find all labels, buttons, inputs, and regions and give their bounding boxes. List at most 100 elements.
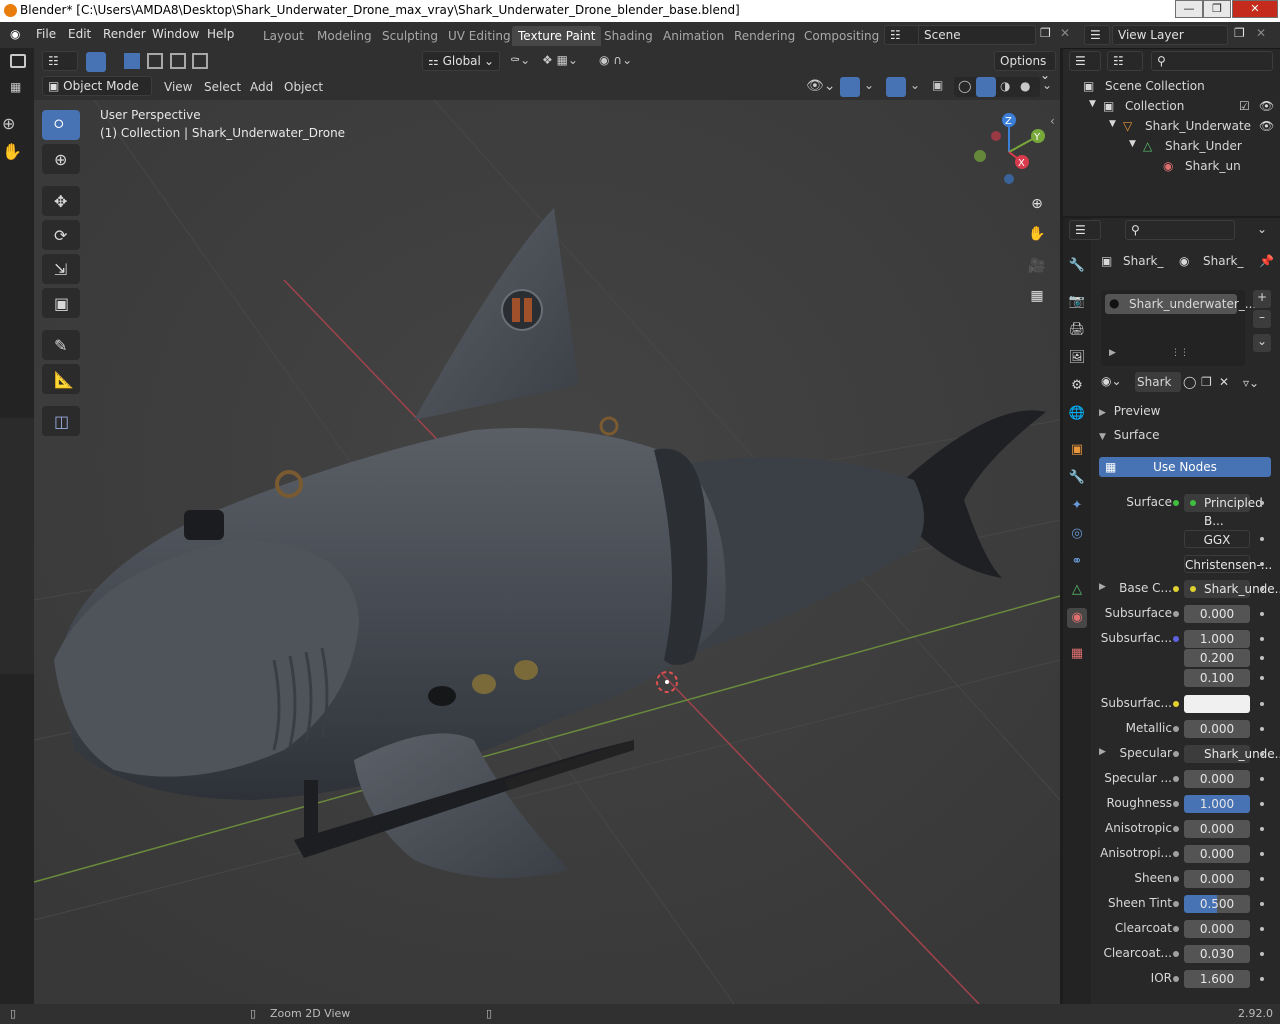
- disclosure-triangle-icon[interactable]: ▶: [1099, 747, 1106, 757]
- remove-material-slot-button[interactable]: –: [1253, 310, 1271, 328]
- socket-icon[interactable]: [1173, 926, 1179, 932]
- socket-icon[interactable]: [1173, 801, 1179, 807]
- value-field[interactable]: 1.600: [1184, 970, 1250, 988]
- new-scene-icon[interactable]: ❐: [1040, 26, 1051, 40]
- overlay-toggle-icon[interactable]: [886, 77, 906, 97]
- view-layer-icon[interactable]: ☰: [1084, 25, 1110, 45]
- material-browse-icon[interactable]: ◉⌄: [1101, 374, 1122, 388]
- disclosure-triangle-icon[interactable]: ▼: [1109, 119, 1116, 129]
- select-box-tool[interactable]: ⭘: [42, 110, 80, 140]
- annotate-tool[interactable]: ✎: [42, 330, 80, 360]
- socket-icon[interactable]: [1173, 951, 1179, 957]
- value-field[interactable]: 0.000: [1184, 720, 1250, 738]
- visibility-icon[interactable]: 👁⌄: [806, 78, 836, 94]
- breadcrumb-material[interactable]: Shark_: [1203, 254, 1243, 268]
- value-field[interactable]: 0.200: [1184, 649, 1250, 667]
- menu-select[interactable]: Select: [204, 80, 241, 94]
- chevron-down-icon[interactable]: ⌄: [910, 78, 920, 92]
- keyframe-dot-icon[interactable]: [1260, 587, 1264, 591]
- delete-scene-icon[interactable]: ✕: [1060, 26, 1070, 40]
- blender-menu-icon[interactable]: ◉: [10, 27, 20, 41]
- tab-modeling[interactable]: Modeling: [311, 26, 378, 46]
- socket-icon[interactable]: [1173, 500, 1179, 506]
- breadcrumb-object[interactable]: Shark_: [1123, 254, 1163, 268]
- properties-editor-type-icon[interactable]: ☰: [1069, 220, 1101, 240]
- keyframe-dot-icon[interactable]: [1260, 852, 1264, 856]
- disclosure-triangle-icon[interactable]: ▼: [1089, 99, 1096, 109]
- 3d-viewport[interactable]: User Perspective (1) Collection | Shark_…: [34, 100, 1060, 1004]
- view-layer-tab-icon[interactable]: 🖼: [1067, 348, 1087, 368]
- keyframe-dot-icon[interactable]: [1260, 952, 1264, 956]
- outliner-editor-type-icon[interactable]: ☰: [1069, 51, 1101, 71]
- tab-compositing[interactable]: Compositing: [798, 26, 885, 46]
- keyframe-dot-icon[interactable]: [1260, 802, 1264, 806]
- outliner-filter-icon[interactable]: ☷: [1107, 51, 1143, 71]
- value-field[interactable]: 0.000: [1184, 820, 1250, 838]
- options-dropdown[interactable]: Options ⌄: [994, 51, 1056, 82]
- value-field[interactable]: 0.000: [1184, 870, 1250, 888]
- surface-panel-header[interactable]: ▼ Surface: [1099, 428, 1275, 446]
- eye-icon[interactable]: 👁: [1259, 119, 1274, 133]
- proportional-edit-icon[interactable]: ◉ ∩⌄: [599, 53, 632, 67]
- keyframe-dot-icon[interactable]: [1260, 902, 1264, 906]
- transform-tool[interactable]: ▣: [42, 288, 80, 318]
- material-datablock[interactable]: ◉⌄ Shark ◯ ❐ ✕: [1099, 372, 1233, 394]
- menu-object[interactable]: Object: [284, 80, 323, 94]
- material-slot-list[interactable]: ● Shark_underwater_... ▶ ⋮⋮: [1101, 290, 1256, 366]
- material-name-field[interactable]: Shark: [1135, 372, 1181, 392]
- render-tab-icon[interactable]: 📷: [1067, 292, 1087, 312]
- close-button[interactable]: ✕: [1232, 0, 1278, 18]
- menu-file[interactable]: File: [36, 27, 56, 41]
- world-tab-icon[interactable]: 🌐: [1067, 404, 1087, 424]
- socket-icon[interactable]: [1173, 701, 1179, 707]
- keyframe-dot-icon[interactable]: [1260, 727, 1264, 731]
- keyframe-dot-icon[interactable]: [1260, 927, 1264, 931]
- keyframe-dot-icon[interactable]: [1260, 562, 1264, 566]
- editor-type-icon[interactable]: [10, 54, 26, 68]
- active-tool-icon[interactable]: ☷: [42, 51, 78, 71]
- eye-icon[interactable]: 👁: [1259, 99, 1274, 113]
- select-mode-icon[interactable]: [86, 52, 106, 72]
- value-field[interactable]: 0.500: [1184, 895, 1250, 913]
- socket-icon[interactable]: [1173, 901, 1179, 907]
- dropdown-field[interactable]: GGX: [1184, 530, 1250, 548]
- outliner-row-mesh[interactable]: ▼ △ Shark_Under: [1063, 137, 1280, 157]
- disclosure-triangle-icon[interactable]: ▼: [1129, 139, 1136, 149]
- menu-render[interactable]: Render: [103, 27, 146, 41]
- keyframe-dot-icon[interactable]: [1260, 977, 1264, 981]
- outliner-row-material[interactable]: ◉ Shark_un: [1063, 157, 1280, 177]
- tab-animation[interactable]: Animation: [657, 26, 730, 46]
- value-field[interactable]: Shark_unde...: [1184, 745, 1280, 763]
- menu-edit[interactable]: Edit: [68, 27, 91, 41]
- wireframe-shading-icon[interactable]: ◯: [958, 79, 971, 93]
- menu-window[interactable]: Window: [152, 27, 199, 41]
- duplicate-material-icon[interactable]: ❐: [1201, 375, 1212, 389]
- link-mode-icon[interactable]: ▿⌄: [1243, 376, 1259, 390]
- socket-icon[interactable]: [1173, 636, 1179, 642]
- chevron-down-icon[interactable]: ⌄: [864, 78, 874, 92]
- keyframe-dot-icon[interactable]: [1260, 656, 1264, 660]
- socket-icon[interactable]: [1173, 851, 1179, 857]
- tab-texture-paint[interactable]: Texture Paint: [512, 26, 602, 46]
- camera-icon[interactable]: 🎥: [1024, 253, 1050, 279]
- keyframe-dot-icon[interactable]: [1260, 676, 1264, 680]
- cursor-tool[interactable]: ⊕: [42, 144, 80, 174]
- outliner-row-scene-collection[interactable]: ▣ Scene Collection: [1063, 77, 1280, 97]
- chevron-left-icon[interactable]: ‹: [1050, 114, 1055, 128]
- modifier-tab-icon[interactable]: 🔧: [1067, 468, 1087, 488]
- transform-orientation[interactable]: ⚏ Global ⌄: [422, 51, 500, 71]
- pin-icon[interactable]: 📌: [1259, 254, 1274, 268]
- value-field[interactable]: 0.030: [1184, 945, 1250, 963]
- move-tool[interactable]: ✥: [42, 186, 80, 216]
- outliner-search[interactable]: ⚲: [1151, 51, 1273, 71]
- menu-help[interactable]: Help: [207, 27, 234, 41]
- value-field[interactable]: 0.000: [1184, 770, 1250, 788]
- pan-hand-icon[interactable]: ✋: [2, 142, 30, 166]
- menu-view[interactable]: View: [164, 80, 192, 94]
- keyframe-dot-icon[interactable]: [1260, 877, 1264, 881]
- zoom-icon[interactable]: ⊕: [2, 114, 30, 138]
- value-field[interactable]: 1.000: [1184, 795, 1250, 813]
- value-field[interactable]: 0.000: [1184, 845, 1250, 863]
- view-layer-field[interactable]: View Layer: [1112, 25, 1228, 45]
- socket-icon[interactable]: [1173, 826, 1179, 832]
